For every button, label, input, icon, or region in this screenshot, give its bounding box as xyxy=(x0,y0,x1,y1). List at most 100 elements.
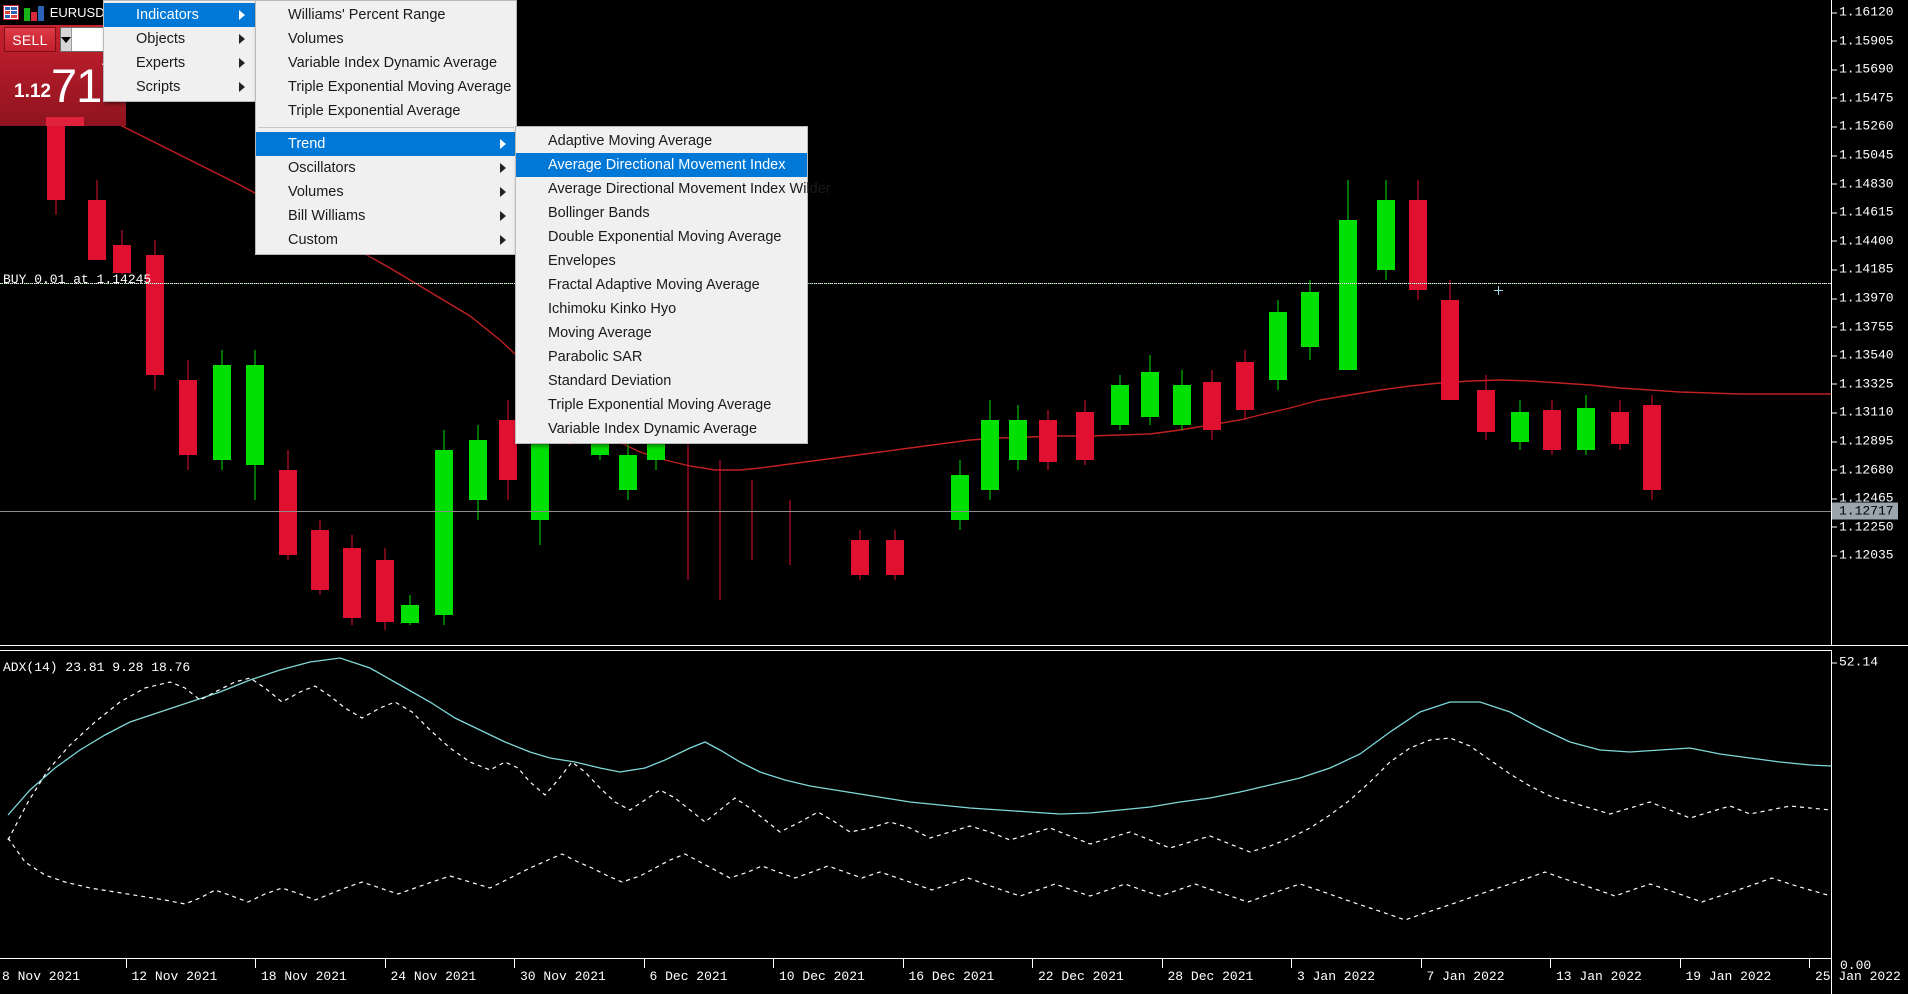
menu-item-variable-index-dynamic-average[interactable]: Variable Index Dynamic Average xyxy=(516,417,807,441)
menu-item-label: Standard Deviation xyxy=(548,373,672,389)
price-tick: 1.14615 xyxy=(1832,205,1894,220)
crosshair-marker xyxy=(1494,286,1503,295)
time-tick: 13 Jan 2022 xyxy=(1550,959,1642,984)
market-watch-icon[interactable] xyxy=(3,5,20,20)
menu-item-parabolic-sar[interactable]: Parabolic SAR xyxy=(516,345,807,369)
chevron-right-icon xyxy=(239,10,245,20)
time-tick: 3 Jan 2022 xyxy=(1290,959,1376,984)
menu-item-standard-deviation[interactable]: Standard Deviation xyxy=(516,369,807,393)
current-price-tag: 1.12717 xyxy=(1832,502,1898,520)
time-tick: 19 Jan 2022 xyxy=(1679,959,1772,984)
price-tick: 1.13110 xyxy=(1832,405,1894,420)
menu-item-double-exponential-moving-average[interactable]: Double Exponential Moving Average xyxy=(516,225,807,249)
sell-price-prefix: 1.12 xyxy=(14,81,51,102)
time-tick: 24 Nov 2021 xyxy=(384,959,477,984)
bars-chart-icon[interactable] xyxy=(24,5,45,21)
menu-item-label: Triple Exponential Moving Average xyxy=(548,397,772,413)
chevron-right-icon xyxy=(500,139,506,149)
chevron-right-icon xyxy=(500,211,506,221)
menu-item-volumes[interactable]: Volumes xyxy=(256,27,516,51)
adx-max-tick: 52.14 xyxy=(1832,655,1878,670)
menu-item-oscillators[interactable]: Oscillators xyxy=(256,156,516,180)
menu-item-label: Bill Williams xyxy=(288,208,366,224)
menu-item-label: Experts xyxy=(136,55,186,71)
menu-item-moving-average[interactable]: Moving Average xyxy=(516,321,807,345)
time-tick: 28 Dec 2021 xyxy=(1161,959,1254,984)
chevron-right-icon xyxy=(500,187,506,197)
indicators-submenu[interactable]: Williams' Percent Range Volumes Variable I… xyxy=(255,0,517,255)
price-tick: 1.12035 xyxy=(1832,548,1894,563)
menu-item-fractal-adaptive-moving-average[interactable]: Fractal Adaptive Moving Average xyxy=(516,273,807,297)
menu-item-label: Indicators xyxy=(136,7,199,23)
price-tick: 1.15690 xyxy=(1832,62,1894,77)
time-axis[interactable]: 8 Nov 2021 12 Nov 2021 18 Nov 2021 24 Nov 2… xyxy=(0,958,1901,994)
menu-item-bollinger-bands[interactable]: Bollinger Bands xyxy=(516,201,807,225)
menu-item-average-directional-movement-index[interactable]: Average Directional Movement Index xyxy=(516,153,807,177)
sell-button[interactable]: SELL xyxy=(4,27,56,52)
adx-indicator-label: ADX(14) 23.81 9.28 18.76 xyxy=(3,660,191,675)
menu-item-scripts[interactable]: Scripts xyxy=(104,75,255,99)
chevron-right-icon xyxy=(239,82,245,92)
menu-item-custom[interactable]: Custom xyxy=(256,228,516,252)
menu-item-triple-exponential-moving-average[interactable]: Triple Exponential Moving Average xyxy=(256,75,516,99)
trend-submenu[interactable]: Adaptive Moving Average Average Direction… xyxy=(515,126,831,444)
menu-item-triple-exponential-average[interactable]: Triple Exponential Average xyxy=(256,99,516,123)
chart-dotted-line xyxy=(0,283,1831,284)
menu-item-label: Double Exponential Moving Average xyxy=(548,229,782,245)
price-tick: 1.13325 xyxy=(1832,376,1894,391)
chevron-down-icon[interactable] xyxy=(61,28,72,51)
menu-item-variable-index-dynamic-average[interactable]: Variable Index Dynamic Average xyxy=(256,51,516,75)
menu-item-adaptive-moving-average[interactable]: Adaptive Moving Average xyxy=(516,129,807,153)
time-tick: 10 Dec 2021 xyxy=(773,959,865,984)
chevron-right-icon xyxy=(239,58,245,68)
time-tick: 18 Nov 2021 xyxy=(255,959,347,984)
menu-item-volumes[interactable]: Volumes xyxy=(256,180,516,204)
menu-item-label: Volumes xyxy=(288,184,344,200)
buy-order-label: BUY 0.01 at 1.14245 xyxy=(3,272,152,287)
menu-item-envelopes[interactable]: Envelopes xyxy=(516,249,807,273)
menu-item-label: Moving Average xyxy=(548,325,652,341)
price-tick: 1.15475 xyxy=(1832,90,1894,105)
menu-item-label: Envelopes xyxy=(548,253,616,269)
adx-indicator-pane[interactable] xyxy=(0,650,1831,958)
price-tick: 1.14830 xyxy=(1832,176,1894,191)
time-tick: 6 Dec 2021 xyxy=(643,959,728,984)
menu-item-bill-williams[interactable]: Bill Williams xyxy=(256,204,516,228)
price-tick: 1.12680 xyxy=(1832,462,1894,477)
chevron-right-icon xyxy=(239,34,245,44)
menu-item-ichimoku-kinko-hyo[interactable]: Ichimoku Kinko Hyo xyxy=(516,297,807,321)
sell-price-main: 71 xyxy=(50,58,102,112)
adx-zero-value: 0.00 xyxy=(1840,958,1872,973)
time-tick: 8 Nov 2021 xyxy=(2,969,81,984)
menu-item-label: Adaptive Moving Average xyxy=(548,133,713,149)
chevron-right-icon xyxy=(500,163,506,173)
menu-item-triple-exponential-moving-average[interactable]: Triple Exponential Moving Average xyxy=(516,393,807,417)
menu-item-label: Triple Exponential Average xyxy=(288,103,461,119)
menu-item-label: Objects xyxy=(136,31,186,47)
price-tick: 1.13755 xyxy=(1832,319,1894,334)
time-tick: 22 Dec 2021 xyxy=(1032,959,1124,984)
menu-separator xyxy=(258,127,514,128)
price-scale[interactable]: 1.16120 1.15905 1.15690 1.15475 1.15260 1.150… xyxy=(1831,0,1908,645)
menu-item-label: Ichimoku Kinko Hyo xyxy=(548,301,677,317)
menu-item-label: Average Directional Movement Index Wilde… xyxy=(548,181,831,197)
menu-item-label: Bollinger Bands xyxy=(548,205,650,221)
menu-item-williams-percent-range[interactable]: Williams' Percent Range xyxy=(256,3,516,27)
menu-item-objects[interactable]: Objects xyxy=(104,27,255,51)
context-menu-root[interactable]: Indicators Objects Experts Scripts xyxy=(103,0,256,102)
menu-item-experts[interactable]: Experts xyxy=(104,51,255,75)
sell-indicator-bar xyxy=(46,117,84,126)
menu-item-trend[interactable]: Trend xyxy=(256,132,516,156)
pane-separator-top xyxy=(0,645,1908,646)
menu-item-average-directional-movement-index-wilder[interactable]: Average Directional Movement Index Wilde… xyxy=(516,177,831,201)
menu-item-indicators[interactable]: Indicators xyxy=(104,3,255,27)
menu-item-label: Scripts xyxy=(136,79,181,95)
price-tick: 1.15045 xyxy=(1832,148,1894,163)
menu-item-label: Trend xyxy=(288,136,326,152)
trading-platform-window: BUY 0.01 at 1.14245 ADX(14) 23.81 9.28 1… xyxy=(0,0,1908,994)
menu-item-label: Parabolic SAR xyxy=(548,349,643,365)
chevron-right-icon xyxy=(500,235,506,245)
menu-item-label: Variable Index Dynamic Average xyxy=(288,55,498,71)
adx-scale[interactable]: 52.14 xyxy=(1831,650,1908,958)
adx-zero-label: 0.00 xyxy=(1831,958,1908,994)
